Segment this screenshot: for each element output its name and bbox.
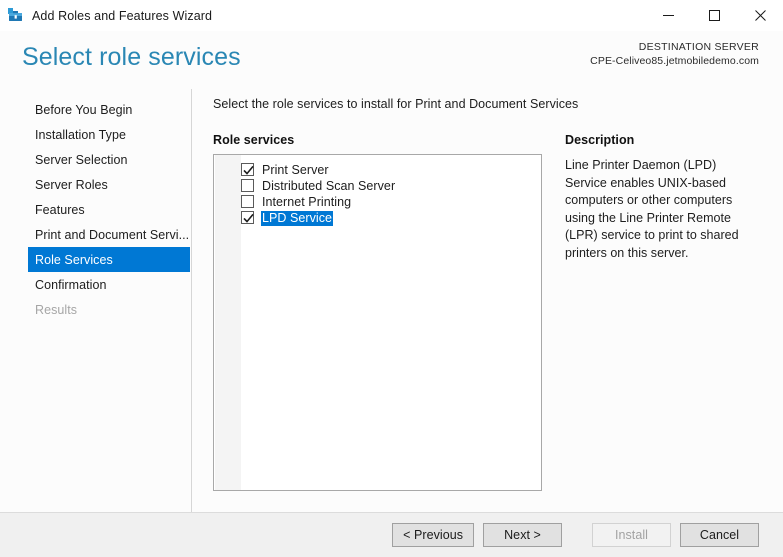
- install-button: Install: [592, 523, 671, 547]
- sidebar-item-label: Server Selection: [35, 152, 128, 167]
- sidebar-item-label: Confirmation: [35, 277, 107, 292]
- sidebar-item-label: Print and Document Servi...: [35, 227, 190, 242]
- minimize-icon: [662, 15, 674, 16]
- destination-server-name: CPE-Celiveo85.jetmobiledemo.com: [590, 55, 759, 67]
- role-service-label: Distributed Scan Server: [262, 178, 396, 193]
- sidebar-item-label: Role Services: [35, 252, 113, 267]
- role-service-row-distributed-scan-server[interactable]: Distributed Scan Server: [214, 178, 541, 194]
- title-bar: Add Roles and Features Wizard: [0, 0, 783, 31]
- page-title: Select role services: [22, 43, 241, 71]
- sidebar-item-role-services[interactable]: Role Services: [28, 247, 190, 272]
- maximize-button[interactable]: [691, 0, 737, 31]
- role-services-column: Role services Print Server Distributed S…: [213, 133, 542, 491]
- sidebar-item-confirmation[interactable]: Confirmation: [0, 272, 190, 297]
- minimize-button[interactable]: [645, 0, 691, 31]
- sidebar-item-installation-type[interactable]: Installation Type: [0, 122, 190, 147]
- sidebar-item-label: Server Roles: [35, 177, 108, 192]
- window-controls: [645, 0, 783, 31]
- role-services-listbox[interactable]: Print Server Distributed Scan Server Int…: [213, 154, 542, 491]
- wizard-window: Add Roles and Features Wizard Select rol…: [0, 0, 783, 557]
- sidebar-item-server-selection[interactable]: Server Selection: [0, 147, 190, 172]
- description-label: Description: [565, 133, 635, 147]
- role-service-label: Print Server: [262, 162, 329, 177]
- sidebar-item-label: Results: [35, 302, 78, 317]
- sidebar-item-label: Features: [35, 202, 85, 217]
- role-service-row-print-server[interactable]: Print Server: [214, 162, 541, 178]
- sidebar-item-print-and-document-services[interactable]: Print and Document Servi...: [0, 222, 190, 247]
- sidebar-item-features[interactable]: Features: [0, 197, 190, 222]
- role-service-row-internet-printing[interactable]: Internet Printing: [214, 194, 541, 210]
- body-area: Before You Begin Installation Type Serve…: [0, 89, 783, 512]
- description-column: Description Line Printer Daemon (LPD) Se…: [565, 133, 759, 491]
- sidebar-item-server-roles[interactable]: Server Roles: [0, 172, 190, 197]
- window-title: Add Roles and Features Wizard: [32, 8, 213, 23]
- main-panel: Select the role services to install for …: [192, 89, 783, 512]
- sidebar-item-label: Before You Begin: [35, 102, 133, 117]
- checkbox-checked-icon[interactable]: [241, 211, 254, 224]
- role-service-label: LPD Service: [261, 210, 334, 226]
- sidebar-item-results: Results: [0, 297, 190, 322]
- wizard-toolbox-icon: [7, 7, 24, 24]
- previous-button[interactable]: < Previous: [392, 523, 474, 547]
- role-service-row-lpd-service[interactable]: LPD Service: [214, 210, 541, 226]
- sidebar-item-before-you-begin[interactable]: Before You Begin: [0, 97, 190, 122]
- checkbox-unchecked-icon[interactable]: [241, 195, 254, 208]
- content-columns: Role services Print Server Distributed S…: [213, 133, 759, 491]
- cancel-button[interactable]: Cancel: [680, 523, 759, 547]
- page-header: Select role services DESTINATION SERVER …: [0, 31, 783, 89]
- sidebar-item-label: Installation Type: [35, 127, 126, 142]
- wizard-steps-sidebar: Before You Begin Installation Type Serve…: [0, 89, 192, 512]
- description-text: Line Printer Daemon (LPD) Service enable…: [565, 158, 739, 260]
- close-button[interactable]: [737, 0, 783, 31]
- wizard-footer: < Previous Next > Install Cancel: [0, 512, 783, 557]
- role-service-label: Internet Printing: [262, 194, 352, 209]
- destination-server-block: DESTINATION SERVER CPE-Celiveo85.jetmobi…: [590, 40, 759, 68]
- next-button[interactable]: Next >: [483, 523, 562, 547]
- checkbox-checked-icon[interactable]: [241, 163, 254, 176]
- close-icon: [754, 10, 766, 21]
- maximize-icon: [708, 10, 720, 21]
- destination-server-label: DESTINATION SERVER: [638, 41, 759, 53]
- instruction-text: Select the role services to install for …: [213, 97, 579, 111]
- role-services-label: Role services: [213, 133, 295, 147]
- checkbox-unchecked-icon[interactable]: [241, 179, 254, 192]
